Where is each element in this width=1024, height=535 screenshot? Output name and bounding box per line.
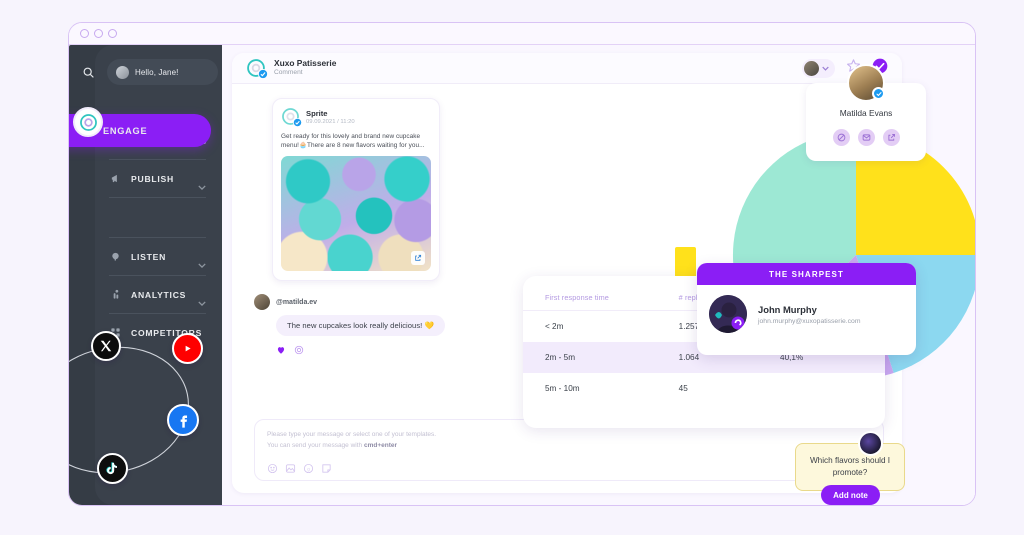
megaphone-icon (109, 173, 122, 184)
table-column-header: First response time (545, 293, 609, 302)
page-title: Xuxo Patisserie (274, 58, 337, 69)
assignee-selector[interactable] (802, 58, 835, 78)
svg-text:g: g (307, 467, 310, 472)
table-cell: 5m - 10m (545, 384, 580, 393)
chart-icon (109, 289, 122, 300)
avatar (804, 60, 819, 76)
sticky-note: Which flavors should I promote? Add note (795, 431, 905, 505)
composer-placeholder-line2: You can send your message with cmd+enter (267, 441, 871, 452)
sidebar-divider (109, 197, 206, 198)
social-icon-tiktok[interactable] (97, 453, 128, 484)
app-logo-icon[interactable] (73, 107, 103, 137)
block-icon[interactable] (832, 129, 850, 146)
sidebar-divider (109, 275, 206, 276)
composer-placeholder-line1: Please type your message or select one o… (267, 431, 437, 438)
composer-placeholder: Please type your message or select one o… (267, 430, 871, 451)
chevron-down-icon[interactable] (198, 177, 206, 195)
ear-icon (109, 251, 122, 262)
conversation-type: Comment (274, 69, 303, 77)
reply-block: @matilda.ev The new cupcakes look really… (254, 294, 504, 360)
person-card: Matilda Evans (806, 64, 926, 161)
add-note-button[interactable]: Add note (821, 485, 880, 505)
post-text: Get ready for this lovely and brand new … (281, 133, 425, 150)
table-row[interactable]: 5m - 10m 45 (523, 373, 885, 404)
social-icon-youtube[interactable] (172, 333, 203, 364)
post-image[interactable] (281, 155, 431, 271)
post-timestamp: 09.09.2021 / 11:20 (306, 118, 355, 125)
sharpest-card-body: John Murphy john.murphy@xuxopatisserie.c… (697, 285, 916, 343)
avatar (858, 431, 883, 456)
browser-titlebar (69, 23, 975, 45)
window-minimize-dot[interactable] (94, 29, 103, 38)
person-actions (806, 129, 926, 146)
table-cell: 45 (678, 384, 688, 393)
browser-window: Hello, Jane! NOTIFICATI (68, 22, 976, 506)
conversation-header: Xuxo Patisserie Comment (232, 53, 902, 84)
sidebar-divider (109, 313, 206, 314)
sidebar-item-label: PUBLISH (131, 173, 174, 184)
chevron-down-icon[interactable] (198, 255, 206, 273)
gif-icon[interactable]: g (303, 461, 314, 479)
message-icon[interactable] (857, 129, 875, 146)
search-icon[interactable] (77, 61, 99, 83)
window-maximize-dot[interactable] (108, 29, 117, 38)
sidebar-search-row: Hello, Jane! (73, 59, 222, 85)
sidebar-item-analytics[interactable]: ANALYTICS (95, 279, 222, 310)
template-icon[interactable] (321, 461, 332, 479)
external-link-icon[interactable] (411, 250, 425, 265)
chevron-down-icon[interactable] (198, 293, 206, 311)
post-author-avatar (281, 107, 302, 127)
sidebar-nav: NOTIFICATIONS PUBLISH (95, 125, 222, 348)
sharpest-agent-card: THE SHARPEST John Murphy john.murphy@xux… (697, 263, 916, 355)
message-composer[interactable]: Please type your message or select one o… (254, 419, 884, 481)
heart-icon[interactable] (276, 342, 286, 360)
open-profile-icon[interactable] (882, 129, 900, 146)
chevron-down-icon (822, 66, 829, 71)
window-close-dot[interactable] (80, 29, 89, 38)
social-orbit (69, 323, 269, 505)
twitter-verified-icon (872, 87, 885, 100)
sticky-note-text: Which flavors should I promote? (809, 455, 891, 477)
greeting-label: Hello, Jane! (135, 67, 179, 77)
table-cell (780, 373, 885, 404)
social-icon-x[interactable] (91, 331, 121, 361)
sharpest-card-title: THE SHARPEST (697, 263, 916, 285)
table-cell: 2m - 5m (545, 353, 576, 362)
avatar (709, 295, 747, 333)
reply-icon[interactable] (294, 342, 304, 360)
sharpest-agent-email: john.murphy@xuxopatisserie.com (758, 317, 861, 325)
avatar (254, 294, 270, 310)
avatar (116, 65, 129, 79)
reply-message: The new cupcakes look really delicious! … (276, 315, 445, 336)
sharpest-agent-name: John Murphy (758, 303, 817, 315)
reply-reactions (276, 342, 504, 360)
conversation-title-block: Xuxo Patisserie Comment (274, 59, 336, 76)
table-cell: < 2m (545, 322, 564, 331)
greeting-pill[interactable]: Hello, Jane! (107, 59, 218, 85)
image-icon[interactable] (285, 461, 296, 479)
social-icon-facebook[interactable] (167, 404, 199, 436)
reply-handle: @matilda.ev (276, 298, 318, 306)
sidebar-item-listen[interactable]: LISTEN (95, 241, 222, 272)
sidebar-item-publish[interactable]: PUBLISH (95, 163, 222, 194)
composer-toolbar: g (267, 461, 871, 479)
sidebar-item-label: ENGAGE (103, 125, 148, 136)
reply-header: @matilda.ev (254, 294, 504, 310)
sidebar-divider (109, 159, 206, 160)
person-name: Matilda Evans (839, 108, 893, 118)
sidebar-item-label: LISTEN (131, 251, 167, 262)
social-post: Sprite 09.09.2021 / 11:20 Get ready for … (272, 98, 440, 281)
post-header: Sprite 09.09.2021 / 11:20 (281, 107, 431, 127)
composer-shortcut: cmd+enter (363, 441, 398, 449)
brand-avatar (246, 58, 268, 79)
post-author-name: Sprite (306, 108, 328, 118)
sidebar-divider (109, 237, 206, 238)
avatar[interactable] (847, 64, 885, 102)
sidebar-item-label: ANALYTICS (131, 289, 187, 300)
composer-hint-prefix: You can send your message with (267, 441, 364, 449)
